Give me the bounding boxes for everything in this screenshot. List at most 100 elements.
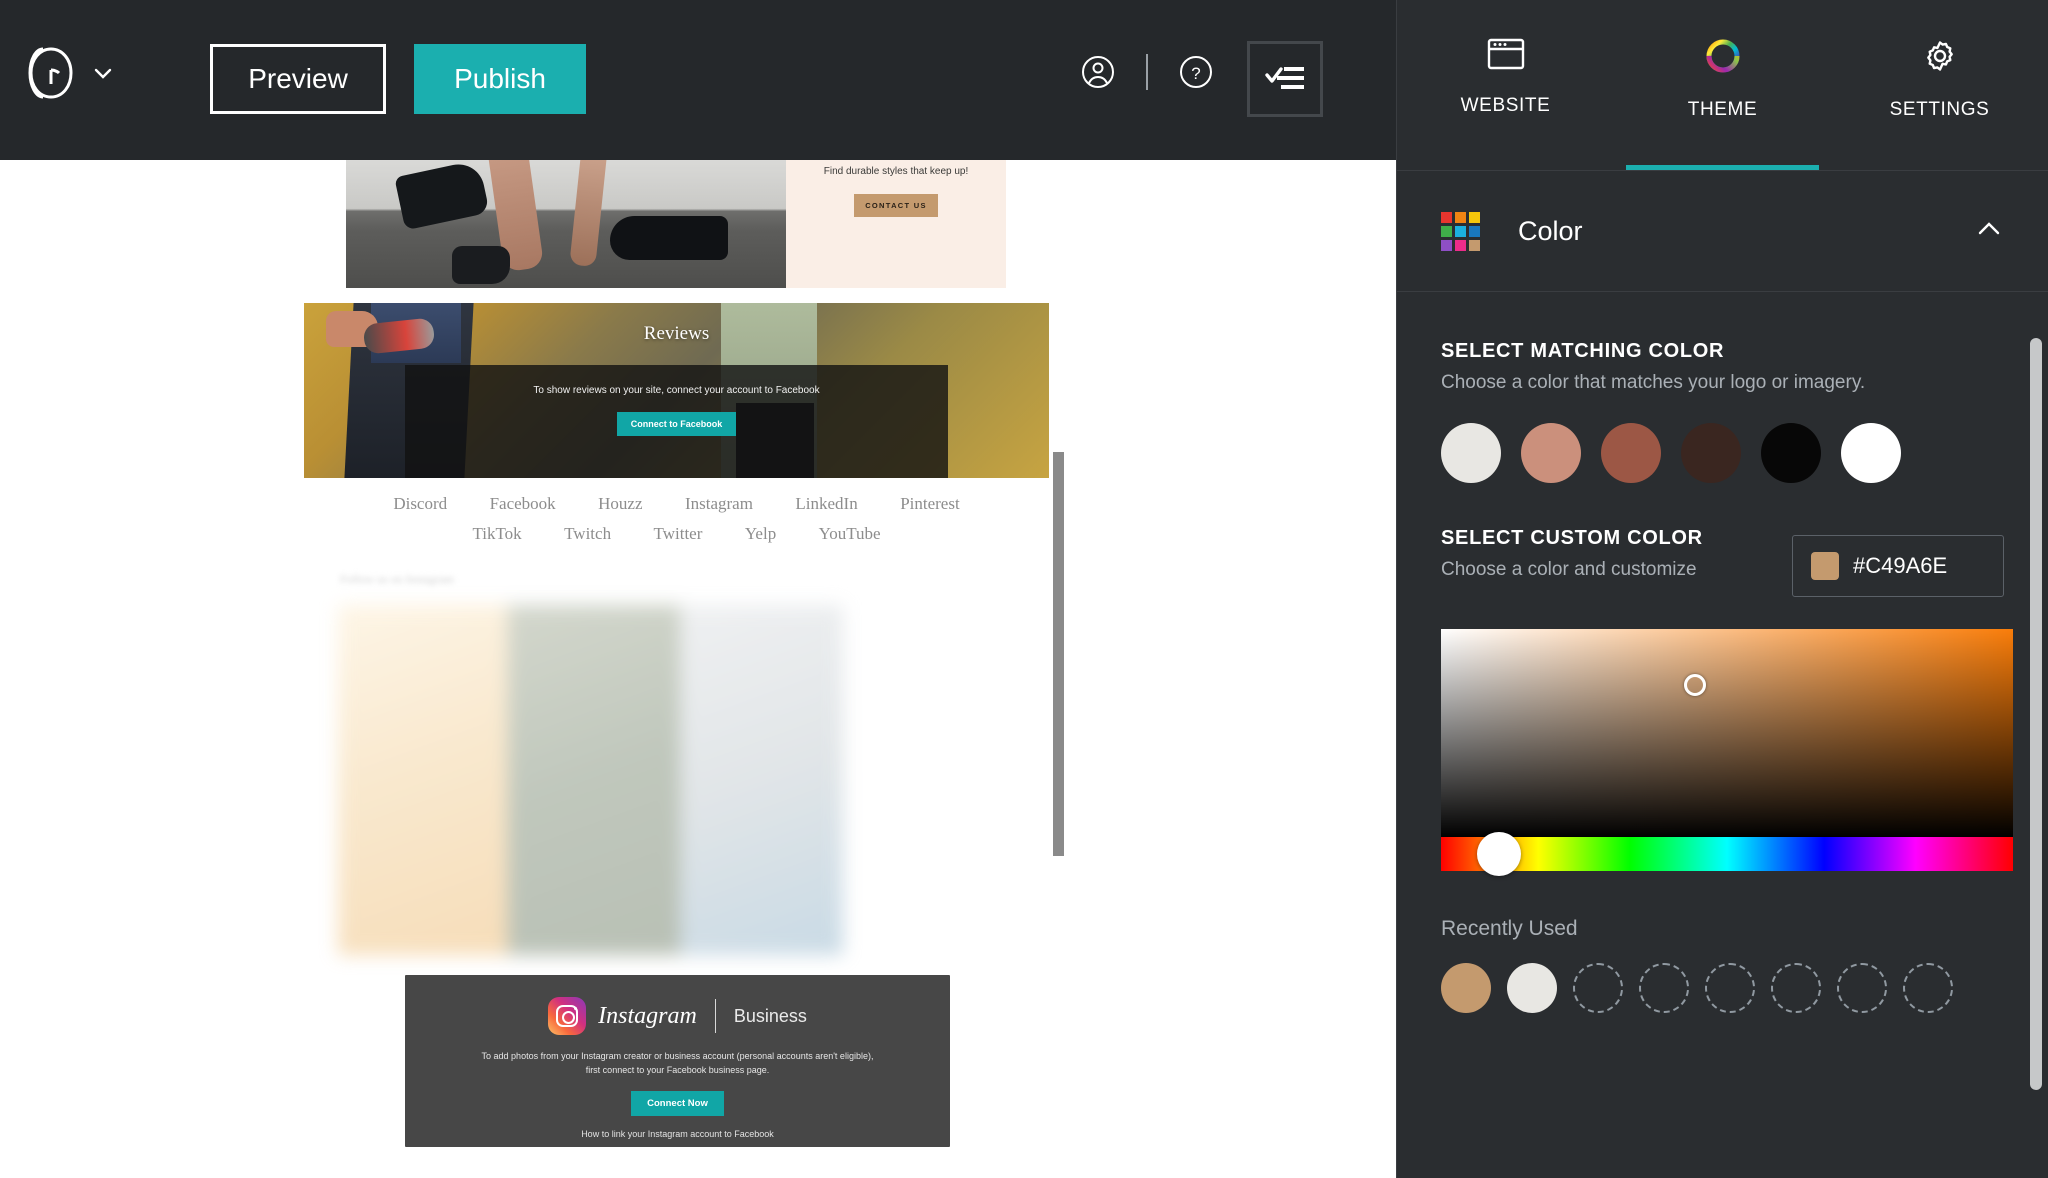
matching-swatch-2[interactable] xyxy=(1521,423,1581,483)
recent-swatch-empty-6[interactable] xyxy=(1903,963,1953,1013)
recent-swatch-empty-5[interactable] xyxy=(1837,963,1887,1013)
tab-website[interactable]: WEBSITE xyxy=(1397,0,1614,170)
reviews-message: To show reviews on your site, connect yo… xyxy=(533,385,820,396)
recent-swatch-empty-2[interactable] xyxy=(1639,963,1689,1013)
toolbar-actions: ? xyxy=(1070,44,1224,100)
matching-color-description: Choose a color that matches your logo or… xyxy=(1441,372,1866,393)
matching-swatch-4[interactable] xyxy=(1681,423,1741,483)
connect-to-facebook-button[interactable]: Connect to Facebook xyxy=(616,412,737,436)
instagram-wordmark: Instagram xyxy=(598,1002,697,1029)
contact-us-button[interactable]: CONTACT US xyxy=(854,194,938,217)
tab-website-label: WEBSITE xyxy=(1460,95,1551,116)
hue-slider-handle[interactable] xyxy=(1477,832,1521,876)
color-wheel-icon xyxy=(1703,36,1743,81)
matching-swatch-1[interactable] xyxy=(1441,423,1501,483)
hue-slider[interactable] xyxy=(1441,832,2013,876)
social-links-row-1: Discord Facebook Houzz Instagram LinkedI… xyxy=(304,494,1049,514)
recently-used-label: Recently Used xyxy=(1441,917,1578,940)
instagram-help-link[interactable]: How to link your Instagram account to Fa… xyxy=(581,1129,774,1139)
gallery-image-3 xyxy=(680,605,843,955)
gallery-image-1 xyxy=(338,605,508,955)
brand-menu[interactable] xyxy=(26,46,116,100)
recent-swatch-empty-4[interactable] xyxy=(1771,963,1821,1013)
instagram-divider xyxy=(714,999,716,1033)
color-panel-body: SELECT MATCHING COLOR Choose a color tha… xyxy=(1397,340,2048,1013)
tab-settings[interactable]: SETTINGS xyxy=(1831,0,2048,170)
panel-divider-section xyxy=(1397,291,2048,292)
tab-settings-label: SETTINGS xyxy=(1889,99,1990,120)
recent-swatch-empty-3[interactable] xyxy=(1705,963,1755,1013)
social-link-yelp[interactable]: Yelp xyxy=(745,524,776,543)
matching-swatch-row xyxy=(1441,423,2004,483)
chevron-down-icon[interactable] xyxy=(90,60,116,86)
color-grid-icon xyxy=(1441,211,1480,251)
hex-color-input[interactable]: #C49A6E xyxy=(1792,535,2004,597)
gallery-image-2 xyxy=(508,605,680,955)
social-link-twitter[interactable]: Twitter xyxy=(654,524,703,543)
gallery-image-grid xyxy=(338,605,843,955)
top-toolbar: Preview Publish ? xyxy=(0,0,1396,160)
site-content: Find durable styles that keep up! CONTAC… xyxy=(304,160,1049,955)
social-links-row-2: TikTok Twitch Twitter Yelp YouTube xyxy=(304,524,1049,544)
hex-value-text: #C49A6E xyxy=(1853,553,1948,578)
checklist-button[interactable] xyxy=(1247,41,1323,117)
matching-color-label: SELECT MATCHING COLOR xyxy=(1441,340,1725,362)
recent-swatch-empty-1[interactable] xyxy=(1573,963,1623,1013)
saturation-value-picker[interactable] xyxy=(1441,629,2013,837)
reviews-connect-overlay: To show reviews on your site, connect yo… xyxy=(405,365,948,478)
panel-tabs: WEBSITE THEME SETTINGS xyxy=(1397,0,2048,170)
hero-tagline: Find durable styles that keep up! xyxy=(823,166,969,177)
tab-theme[interactable]: THEME xyxy=(1614,0,1831,170)
site-preview-canvas[interactable]: Find durable styles that keep up! CONTAC… xyxy=(0,160,1396,1178)
reviews-title: Reviews xyxy=(643,323,710,344)
connect-now-button[interactable]: Connect Now xyxy=(631,1090,724,1116)
social-link-linkedin[interactable]: LinkedIn xyxy=(795,494,857,513)
chevron-up-icon[interactable] xyxy=(1974,214,2004,249)
picker-cursor-handle[interactable] xyxy=(1684,674,1706,696)
color-section-title: Color xyxy=(1518,215,1583,246)
social-link-instagram[interactable]: Instagram xyxy=(685,494,753,513)
help-circle-icon[interactable]: ? xyxy=(1168,44,1224,100)
custom-color-label: SELECT CUSTOM COLOR xyxy=(1441,527,1703,549)
hero-contact-panel: Find durable styles that keep up! CONTAC… xyxy=(786,160,1006,288)
social-link-twitch[interactable]: Twitch xyxy=(564,524,611,543)
checklist-icon xyxy=(1263,57,1307,102)
social-link-houzz[interactable]: Houzz xyxy=(598,494,642,513)
gear-icon xyxy=(1920,36,1960,81)
toolbar-divider xyxy=(1146,54,1148,90)
tab-theme-label: THEME xyxy=(1687,99,1758,120)
instagram-message-line2: first connect to your Facebook business … xyxy=(585,1064,770,1075)
panel-scrollbar[interactable] xyxy=(2030,338,2042,1090)
custom-color-row: SELECT CUSTOM COLOR Choose a color and c… xyxy=(1441,527,2004,597)
hex-preview-swatch xyxy=(1811,552,1839,580)
hero-shoe-right xyxy=(610,216,728,260)
instagram-business-label: Business xyxy=(733,1005,807,1026)
instagram-message: To add photos from your Instagram creato… xyxy=(482,1050,874,1078)
preview-scrollbar[interactable] xyxy=(1053,452,1064,856)
preview-button[interactable]: Preview xyxy=(210,44,386,114)
social-link-tiktok[interactable]: TikTok xyxy=(472,524,521,543)
instagram-brand-lockup: Instagram Business xyxy=(548,997,807,1035)
matching-swatch-3[interactable] xyxy=(1601,423,1661,483)
recently-used-row xyxy=(1441,963,2004,1013)
recent-swatch-2[interactable] xyxy=(1507,963,1557,1013)
reviews-section: Reviews To show reviews on your site, co… xyxy=(304,303,1049,478)
recent-swatch-1[interactable] xyxy=(1441,963,1491,1013)
instagram-icon xyxy=(548,997,587,1035)
color-section-header[interactable]: Color xyxy=(1397,171,2048,291)
social-links-section: Discord Facebook Houzz Instagram LinkedI… xyxy=(304,478,1049,560)
theme-panel: WEBSITE THEME SETTINGS Color SELECT MATC… xyxy=(1396,0,2048,1178)
social-link-youtube[interactable]: YouTube xyxy=(819,524,881,543)
account-circle-icon[interactable] xyxy=(1070,44,1126,100)
hero-image xyxy=(346,160,786,288)
custom-color-text: SELECT CUSTOM COLOR Choose a color and c… xyxy=(1441,527,1703,581)
social-link-facebook[interactable]: Facebook xyxy=(490,494,556,513)
matching-swatch-6[interactable] xyxy=(1841,423,1901,483)
social-link-discord[interactable]: Discord xyxy=(393,494,447,513)
godaddy-logo[interactable] xyxy=(26,46,76,100)
matching-swatch-5[interactable] xyxy=(1761,423,1821,483)
hero-glove xyxy=(451,246,510,284)
social-link-pinterest[interactable]: Pinterest xyxy=(900,494,960,513)
app-root: Preview Publish ? Find durable styles th… xyxy=(0,0,2048,1178)
publish-button[interactable]: Publish xyxy=(414,44,586,114)
